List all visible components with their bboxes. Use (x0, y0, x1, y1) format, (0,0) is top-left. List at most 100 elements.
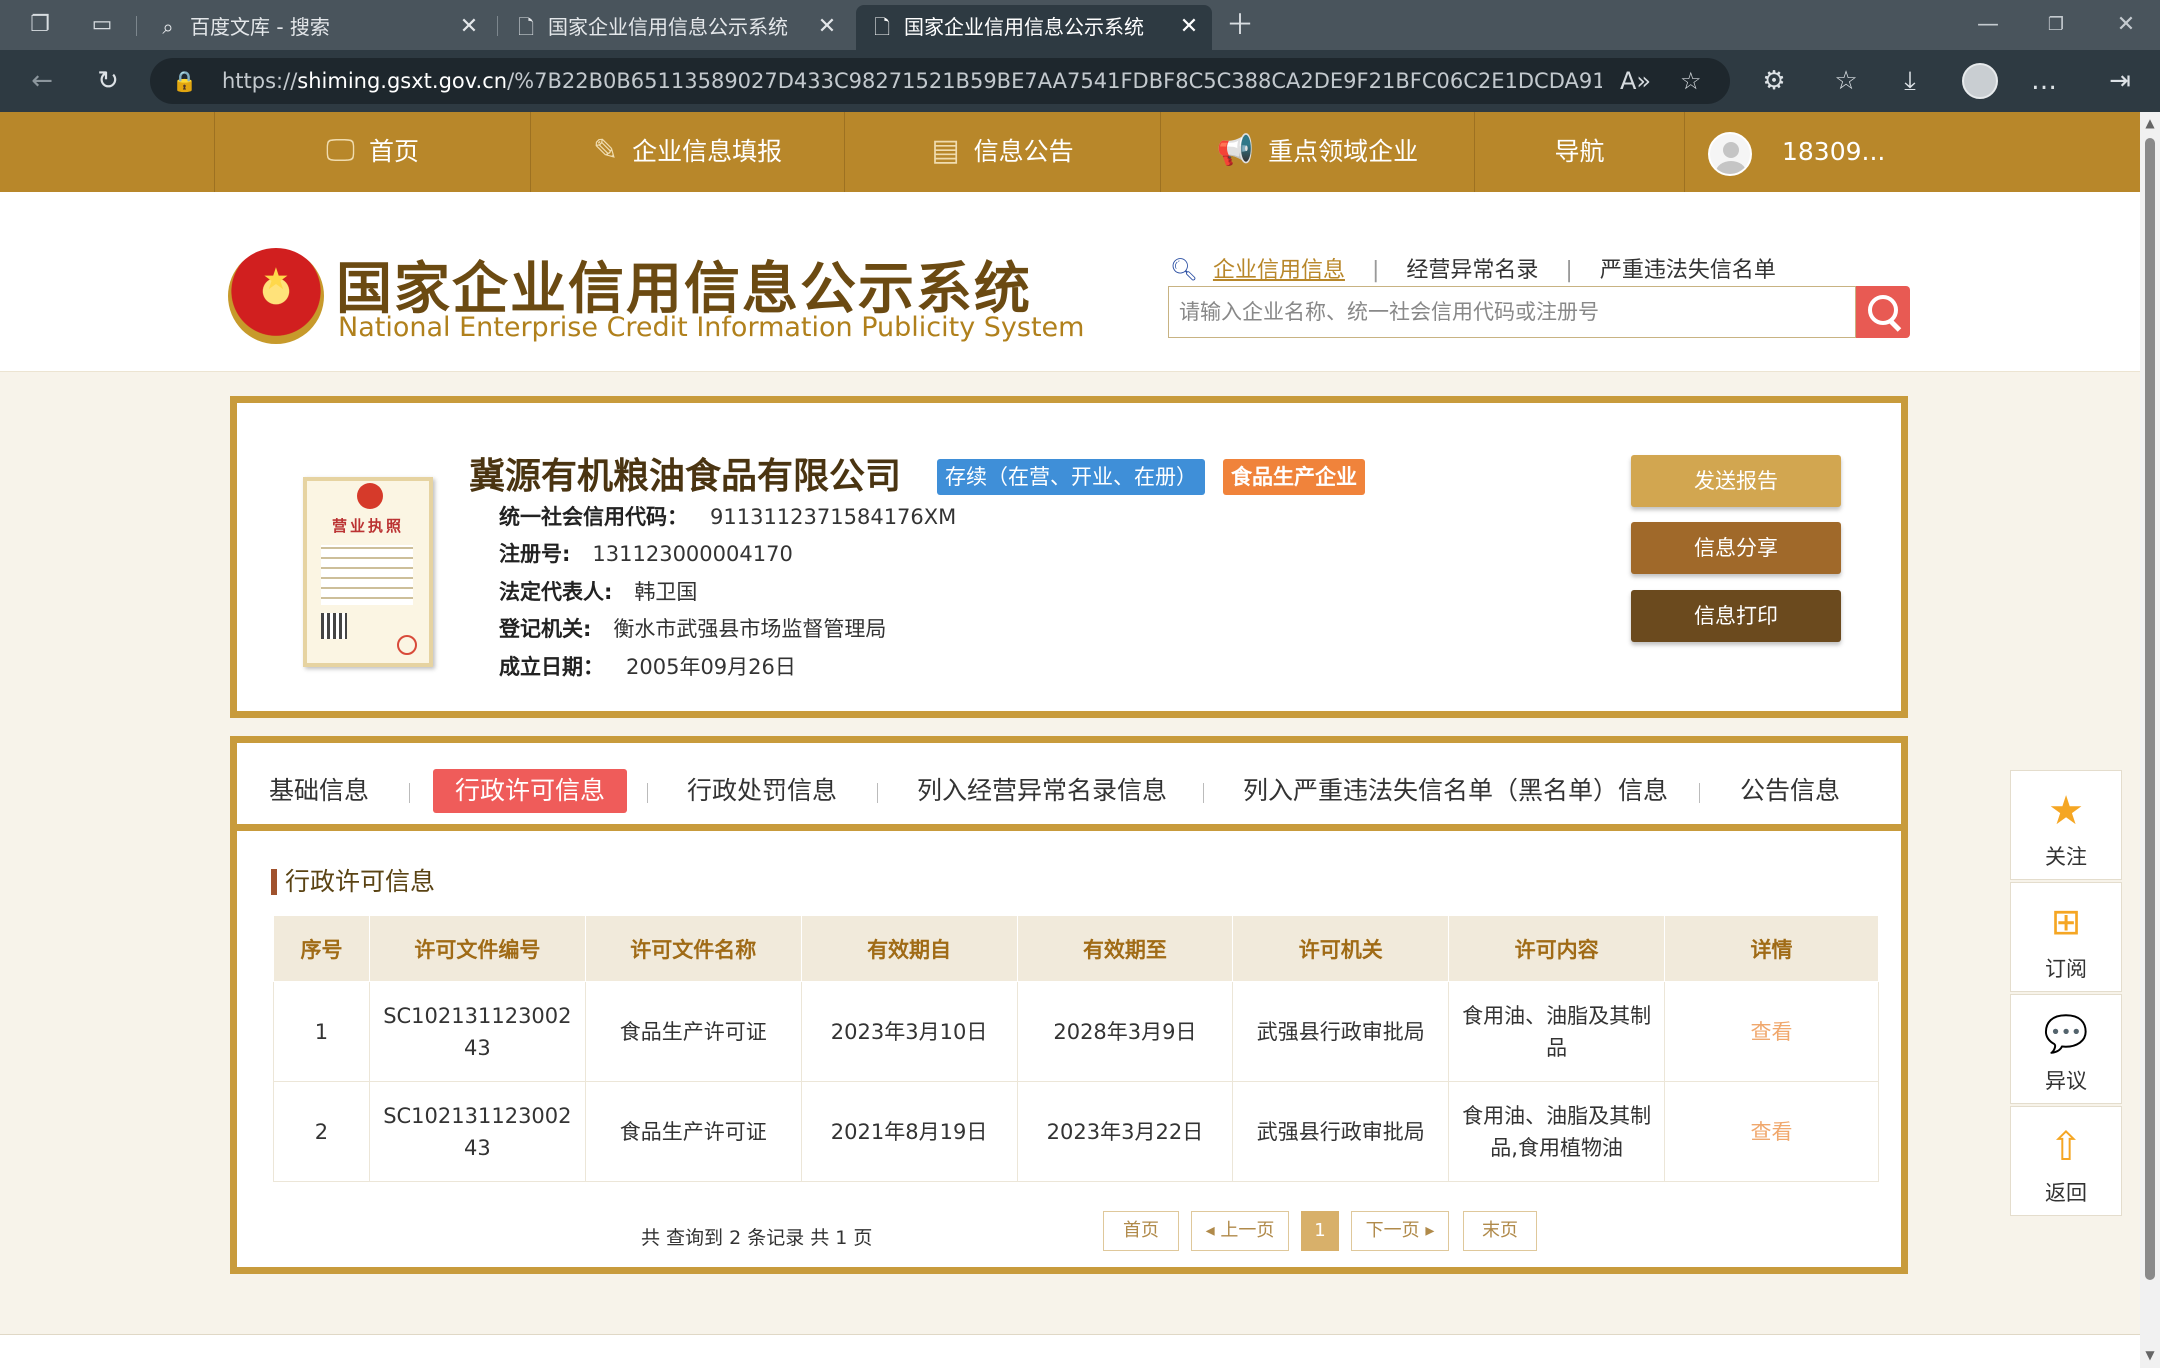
view-detail-link[interactable]: 查看 (1664, 1081, 1879, 1182)
pager-current-page[interactable]: 1 (1301, 1211, 1339, 1251)
scrollbar-thumb[interactable] (2145, 138, 2155, 1280)
float-label: 订阅 (2045, 957, 2087, 981)
favorite-star-icon[interactable]: ☆ (1680, 58, 1702, 104)
search-tab-blacklist[interactable]: 严重违法失信名单 (1600, 252, 1776, 284)
close-icon[interactable]: ✕ (1176, 5, 1202, 49)
tab-title: 国家企业信用信息公示系统 (548, 15, 788, 39)
browser-toolbar: ← ↻ 🔒 https://shiming.gsxt.gov.cn/%7B22B… (0, 50, 2160, 112)
restore-icon[interactable]: ❐ (2036, 8, 2076, 42)
edit-icon: ✎ (592, 133, 619, 168)
address-bar[interactable]: 🔒 https://shiming.gsxt.gov.cn/%7B22B0B65… (150, 58, 1730, 104)
nav-user[interactable] (1684, 112, 2140, 192)
pager-last-button[interactable]: 末页 (1463, 1211, 1537, 1251)
user-avatar[interactable] (1708, 132, 1752, 176)
float-subscribe-button[interactable]: ⊞ 订阅 (2010, 882, 2122, 992)
pager-next-button[interactable]: 下一页 ▸ (1351, 1211, 1449, 1251)
business-license-image[interactable]: 营业执照 (303, 477, 433, 667)
monitor-icon: 🖵 (326, 133, 355, 168)
tab-basic-info[interactable]: 基础信息 (269, 769, 369, 813)
minimize-icon[interactable]: — (1968, 8, 2008, 42)
search-tab-credit-info[interactable]: 企业信用信息 (1213, 252, 1345, 284)
more-icon[interactable]: … (2024, 62, 2064, 100)
refresh-icon[interactable]: ↻ (88, 62, 128, 100)
column-header: 详情 (1664, 915, 1879, 982)
user-name[interactable]: 18309... (1782, 112, 1885, 192)
send-report-button[interactable]: 发送报告 (1631, 455, 1841, 507)
browser-tab-gsxt-1[interactable]: 🗋 国家企业信用信息公示系统 ✕ (500, 5, 850, 50)
read-aloud-icon[interactable]: A» (1620, 58, 1651, 104)
tab-blacklist[interactable]: 列入严重违法失信名单（黑名单）信息 (1243, 769, 1668, 813)
sidebar-toggle-icon[interactable]: ⇥ (2100, 62, 2140, 100)
detail-tabs: 基础信息 行政许可信息 行政处罚信息 列入经营异常名录信息 列入严重违法失信名单… (237, 743, 1901, 831)
license-title: 营业执照 (331, 517, 404, 535)
separator (647, 783, 648, 803)
cell-valid-to: 2028年3月9日 (1016, 981, 1234, 1082)
column-header: 许可机关 (1232, 915, 1450, 982)
float-label: 异议 (2045, 1069, 2087, 1093)
extensions-icon[interactable]: ⚙ (1754, 62, 1794, 100)
float-objection-button[interactable]: 💬 异议 (2010, 994, 2122, 1104)
nav-label: 导航 (1554, 137, 1605, 166)
nav-key-sectors[interactable]: 📢 重点领域企业 (1160, 112, 1474, 192)
nav-home[interactable]: 🖵 首页 (214, 112, 530, 192)
print-info-button[interactable]: 信息打印 (1631, 590, 1841, 642)
close-icon[interactable]: ✕ (814, 5, 840, 49)
star-icon: ★ (2048, 788, 2084, 834)
search-input[interactable] (1169, 287, 1855, 337)
tab-actions-icon[interactable]: ▭ (84, 8, 120, 42)
column-header: 有效期至 (1016, 915, 1234, 982)
browser-tab-baidu[interactable]: ⌕ 百度文库 - 搜索 ✕ (142, 5, 492, 50)
search-tab-abnormal-list[interactable]: 经营异常名录 (1406, 252, 1538, 284)
cell-valid-from: 2021年8月19日 (800, 1081, 1018, 1182)
search-button[interactable] (1856, 286, 1910, 338)
lock-icon[interactable]: 🔒 (172, 58, 197, 104)
tab-abnormal-list[interactable]: 列入经营异常名录信息 (917, 769, 1167, 813)
close-icon[interactable]: ✕ (456, 5, 482, 49)
page-icon: 🗋 (517, 15, 535, 39)
scroll-up-icon[interactable]: ▲ (2140, 116, 2160, 130)
scroll-down-icon[interactable]: ▼ (2140, 1348, 2160, 1362)
favorites-icon[interactable]: ☆ (1826, 62, 1866, 100)
tab-admin-license[interactable]: 行政许可信息 (433, 769, 627, 813)
arrow-up-icon: ⇧ (2049, 1124, 2083, 1170)
nav-label: 首页 (368, 137, 419, 166)
float-follow-button[interactable]: ★ 关注 (2010, 770, 2122, 880)
profile-avatar[interactable] (1962, 63, 1998, 99)
seal-icon (397, 635, 417, 655)
tab-announcements[interactable]: 公告信息 (1737, 769, 1843, 813)
back-icon[interactable]: ← (22, 62, 62, 100)
nav-announcements[interactable]: ▤ 信息公告 (844, 112, 1160, 192)
view-detail-link[interactable]: 查看 (1664, 981, 1879, 1082)
close-window-icon[interactable]: ✕ (2106, 8, 2146, 42)
float-label: 关注 (2045, 845, 2087, 869)
column-header: 有效期自 (800, 915, 1018, 982)
nav-navigation[interactable]: 导航 (1474, 112, 1684, 192)
info-reg-authority: 登记机关: 衡水市武强县市场监督管理局 (499, 617, 887, 641)
new-tab-icon[interactable]: ＋ (1222, 8, 1258, 42)
column-header: 许可文件编号 (368, 915, 586, 982)
pager-prev-button[interactable]: ◂ 上一页 (1191, 1211, 1289, 1251)
document-icon: ▤ (931, 133, 960, 168)
tab-title: 百度文库 - 搜索 (190, 15, 330, 39)
download-icon[interactable]: ⤓ (1890, 62, 1930, 100)
nav-enterprise-report[interactable]: ✎ 企业信息填报 (530, 112, 844, 192)
table-header-row: 序号 许可文件编号 许可文件名称 有效期自 有效期至 许可机关 许可内容 详情 (273, 915, 1879, 982)
cell-authority: 武强县行政审批局 (1232, 981, 1450, 1082)
page-scrollbar[interactable]: ▲ ▼ (2140, 112, 2160, 1368)
browser-tab-gsxt-2[interactable]: 🗋 国家企业信用信息公示系统 ✕ (856, 5, 1212, 50)
share-info-button[interactable]: 信息分享 (1631, 522, 1841, 574)
pager-first-button[interactable]: 首页 (1103, 1211, 1179, 1251)
float-back-to-top-button[interactable]: ⇧ 返回 (2010, 1106, 2122, 1216)
plus-icon: ⊞ (2050, 902, 2082, 943)
url-text[interactable]: https://shiming.gsxt.gov.cn/%7B22B0B6511… (222, 58, 1602, 104)
comment-icon: 💬 (2043, 1014, 2089, 1055)
cell-license-number: SC10213112300243 (368, 1081, 586, 1182)
detail-panel: 基础信息 行政许可信息 行政处罚信息 列入经营异常名录信息 列入严重违法失信名单… (230, 736, 1908, 1274)
info-reg-number: 注册号: 131123000004170 (499, 542, 793, 566)
table-row: 1 SC10213112300243 食品生产许可证 2023年3月10日 20… (273, 981, 1879, 1082)
tab-admin-penalty[interactable]: 行政处罚信息 (687, 769, 837, 813)
page-icon: 🗋 (873, 15, 891, 39)
cell-valid-from: 2023年3月10日 (800, 981, 1018, 1082)
license-table: 序号 许可文件编号 许可文件名称 有效期自 有效期至 许可机关 许可内容 详情 … (273, 915, 1879, 1182)
workspaces-icon[interactable]: ❐ (22, 8, 58, 42)
